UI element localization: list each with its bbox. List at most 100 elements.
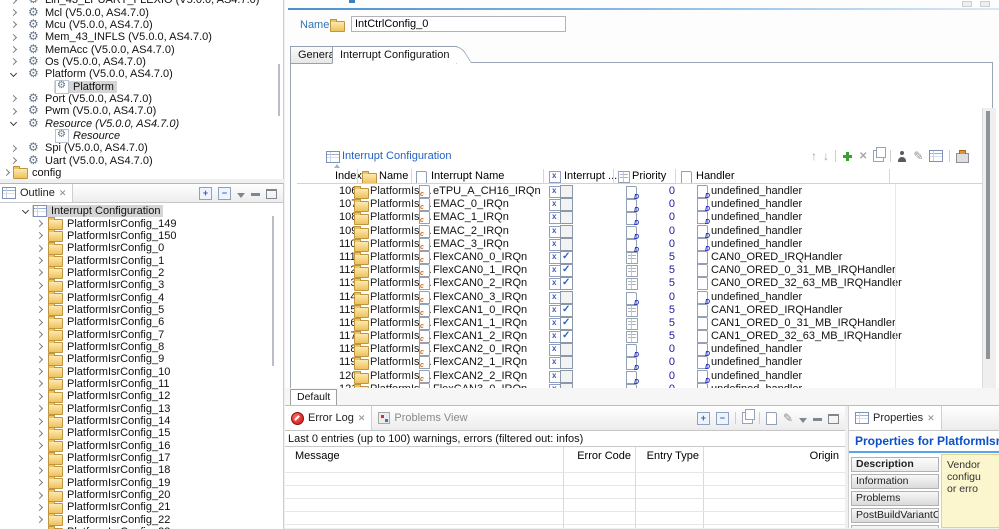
cell-interrupt-name[interactable]: FlexCAN1_1_IRQn	[433, 317, 527, 329]
cell-priority[interactable]: 0	[649, 185, 675, 197]
outline-item[interactable]: PlatformIsrConfig_21	[0, 500, 283, 514]
tree-chevron-icon[interactable]	[8, 119, 18, 127]
cell-priority[interactable]: 0	[649, 225, 675, 237]
interrupt-row[interactable]: 109 PlatformIsr... c EMAC_2_IRQn D 0 D u…	[297, 224, 995, 241]
interrupt-enabled-checkbox[interactable]	[560, 290, 573, 304]
tree-chevron-icon[interactable]	[34, 269, 44, 277]
tree-chevron-icon[interactable]	[8, 58, 18, 66]
cell-priority[interactable]: 5	[649, 317, 675, 329]
module-tree-item[interactable]: Os (V5.0.0, AS4.7.0)	[0, 55, 283, 68]
column-header-handler[interactable]: Handler	[696, 170, 735, 182]
tree-chevron-icon[interactable]	[34, 244, 44, 252]
maximize-icon[interactable]	[828, 414, 839, 424]
outline-item[interactable]: PlatformIsrConfig_8	[0, 340, 283, 354]
table-scrollbar-thumb[interactable]	[986, 111, 990, 359]
cell-handler[interactable]: CAN1_ORED_0_31_MB_IRQHandler	[711, 317, 896, 329]
tree-chevron-icon[interactable]	[34, 294, 44, 302]
move-down-icon[interactable]	[823, 149, 829, 163]
module-tree-item[interactable]: Uart (V5.0.0, AS4.7.0)	[0, 154, 283, 167]
outline-item[interactable]: PlatformIsrConfig_10	[0, 365, 283, 379]
tree-chevron-icon[interactable]	[8, 107, 18, 115]
interrupt-row[interactable]: 117 PlatformIsr... c FlexCAN1_2_IRQn D 5…	[297, 329, 995, 345]
interrupt-enabled-checkbox[interactable]	[560, 369, 573, 383]
interrupt-row[interactable]: 110 PlatformIsr... c EMAC_3_IRQn D 0 D u…	[297, 237, 995, 254]
interrupt-enabled-checkbox[interactable]	[560, 250, 573, 264]
cell-handler[interactable]: CAN0_ORED_32_63_MB_IRQHandler	[711, 277, 902, 289]
tab-properties[interactable]: Properties	[849, 406, 942, 430]
module-tree-item[interactable]: MemAcc (V5.0.0, AS4.7.0)	[0, 43, 283, 56]
cell-handler[interactable]: undefined_handler	[711, 211, 802, 223]
tree-chevron-icon[interactable]	[34, 491, 44, 499]
interrupt-enabled-checkbox[interactable]	[560, 303, 573, 317]
cell-handler[interactable]: CAN0_ORED_0_31_MB_IRQHandler	[711, 264, 896, 276]
tree-chevron-icon[interactable]	[34, 318, 44, 326]
maximize-icon[interactable]	[266, 189, 277, 199]
interrupt-enabled-checkbox[interactable]	[560, 237, 573, 251]
interrupt-enabled-checkbox[interactable]	[560, 316, 573, 330]
tree-chevron-icon[interactable]	[34, 466, 44, 474]
export-icon[interactable]	[956, 150, 970, 163]
module-tree-item[interactable]: Spi (V5.0.0, AS4.7.0)	[0, 141, 283, 154]
module-tree-item[interactable]: Mcu (V5.0.0, AS4.7.0)	[0, 18, 283, 31]
close-icon[interactable]	[927, 412, 935, 424]
cell-handler[interactable]: undefined_handler	[711, 185, 802, 197]
cell-handler[interactable]: undefined_handler	[711, 225, 802, 237]
tree-chevron-icon[interactable]	[34, 479, 44, 487]
outline-item[interactable]: PlatformIsrConfig_1	[0, 254, 283, 268]
tree-chevron-icon[interactable]	[8, 95, 18, 103]
tree-chevron-icon[interactable]	[8, 8, 18, 17]
name-input[interactable]	[351, 16, 566, 32]
cell-handler[interactable]: CAN1_ORED_32_63_MB_IRQHandler	[711, 330, 902, 342]
tree-chevron-icon[interactable]	[34, 355, 44, 363]
outline-item[interactable]: PlatformIsrConfig_150	[0, 229, 283, 243]
interrupt-row[interactable]: 116 PlatformIsr... c FlexCAN1_1_IRQn D 5…	[297, 316, 995, 331]
tree-chevron-icon[interactable]	[34, 368, 44, 376]
outline-item[interactable]: PlatformIsrConfig_6	[0, 315, 283, 329]
cell-handler[interactable]: CAN1_ORED_IRQHandler	[711, 304, 842, 316]
cell-priority[interactable]: 0	[649, 291, 675, 303]
tree-chevron-icon[interactable]	[8, 33, 18, 41]
module-tree-item[interactable]: Platform	[0, 79, 283, 94]
close-icon[interactable]	[59, 187, 67, 199]
column-header-error-code[interactable]: Error Code	[563, 450, 631, 462]
cell-interrupt-name[interactable]: EMAC_0_IRQn	[433, 198, 509, 210]
outline-item[interactable]: PlatformIsrConfig_15	[0, 426, 283, 440]
interrupt-enabled-checkbox[interactable]	[560, 330, 573, 344]
interrupt-row[interactable]: 119 PlatformIsr... c FlexCAN2_1_IRQn D 0…	[297, 355, 995, 372]
tab-problems-view[interactable]: Problems View	[372, 406, 473, 430]
outline-item[interactable]: PlatformIsrConfig_7	[0, 328, 283, 342]
module-tree-item[interactable]: Pwm (V5.0.0, AS4.7.0)	[0, 104, 283, 117]
interrupt-row[interactable]: 118 PlatformIsr... c FlexCAN2_0_IRQn D 0…	[297, 342, 995, 359]
add-icon[interactable]	[842, 151, 853, 162]
interrupt-enabled-checkbox[interactable]	[560, 356, 573, 370]
tree-chevron-icon[interactable]	[8, 157, 18, 165]
wizard-icon[interactable]	[897, 150, 907, 162]
outline-item[interactable]: PlatformIsrConfig_12	[0, 389, 283, 403]
tree-chevron-icon[interactable]	[34, 219, 44, 228]
cell-interrupt-name[interactable]: EMAC_2_IRQn	[433, 225, 509, 237]
tree-chevron-icon[interactable]	[34, 306, 44, 314]
view-menu-icon[interactable]	[237, 192, 245, 198]
cell-interrupt-name[interactable]: FlexCAN0_0_IRQn	[433, 251, 527, 263]
tree-chevron-icon[interactable]	[34, 429, 44, 437]
properties-section-tab[interactable]: Information	[851, 474, 939, 489]
tab-interrupt-configuration[interactable]: Interrupt Configuration	[332, 46, 458, 64]
tree-chevron-icon[interactable]	[8, 0, 18, 4]
cell-priority[interactable]: 0	[649, 211, 675, 223]
interrupt-enabled-checkbox[interactable]	[560, 211, 573, 225]
collapse-all-icon[interactable]	[715, 411, 729, 425]
interrupt-row[interactable]: 113 PlatformIsr... c FlexCAN0_2_IRQn D 5…	[297, 276, 995, 292]
move-up-icon[interactable]	[811, 149, 817, 163]
cell-priority[interactable]: 5	[649, 251, 675, 263]
properties-section-tab[interactable]: PostBuildVariantConditions	[851, 508, 939, 523]
view-menu-icon[interactable]	[799, 417, 807, 423]
properties-section-tab[interactable]: Problems	[851, 491, 939, 506]
expand-all-icon[interactable]	[696, 411, 710, 425]
outline-item[interactable]: PlatformIsrConfig_18	[0, 463, 283, 477]
outline-item[interactable]: PlatformIsrConfig_22	[0, 513, 283, 527]
module-tree-item[interactable]: Resource (V5.0.0, AS4.7.0)	[0, 117, 283, 130]
cell-interrupt-name[interactable]: EMAC_3_IRQn	[433, 238, 509, 250]
cell-interrupt-name[interactable]: FlexCAN2_1_IRQn	[433, 356, 527, 368]
cell-priority[interactable]: 5	[649, 264, 675, 276]
column-header-priority[interactable]: Priority	[632, 170, 666, 182]
